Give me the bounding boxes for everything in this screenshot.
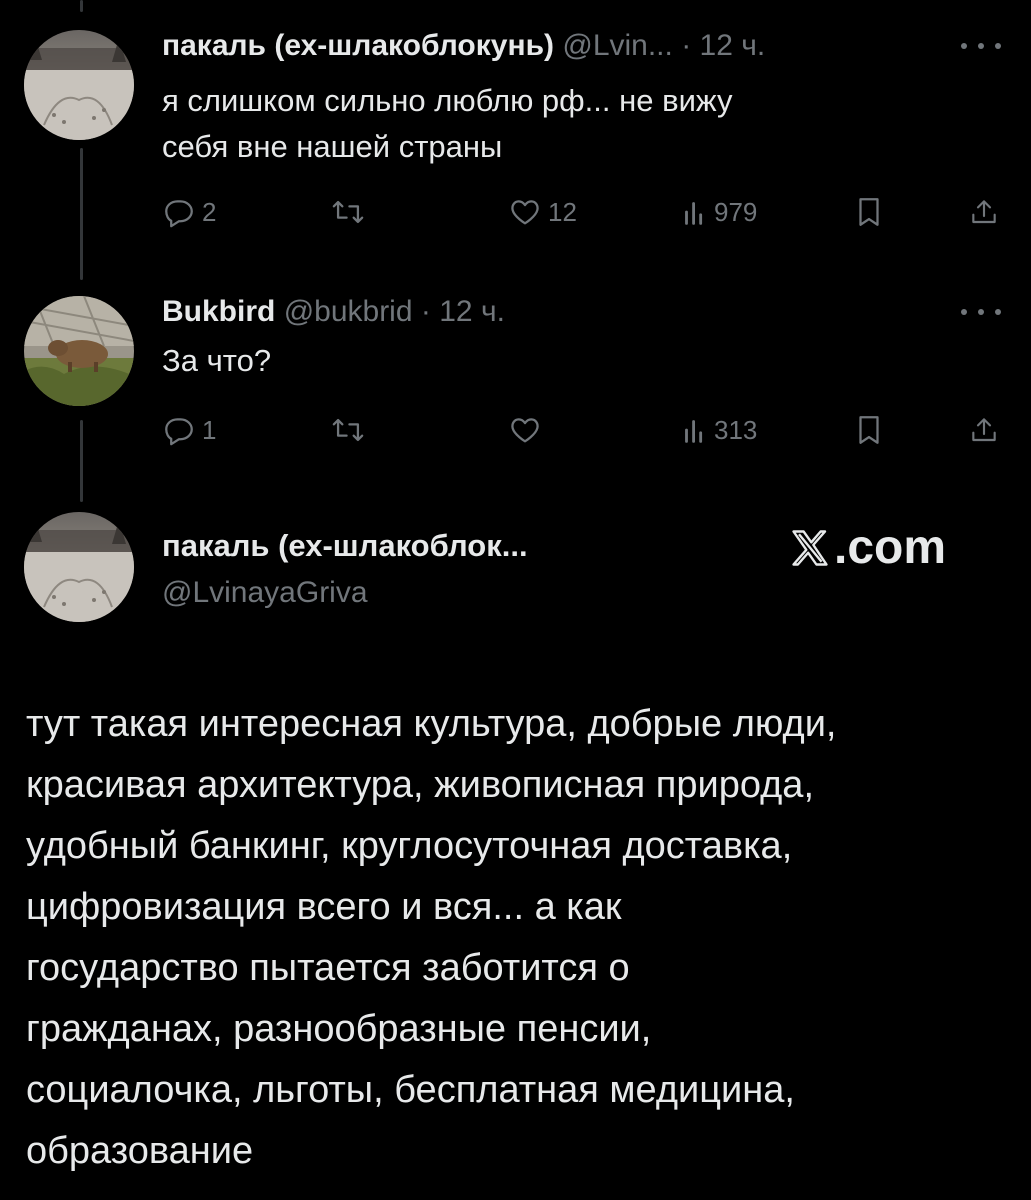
tweet-1-text: я слишком сильно люблю рф... не вижу себ… — [162, 78, 732, 170]
body-line: государство пытается заботится о — [26, 947, 630, 989]
display-name[interactable]: Bukbird — [162, 295, 275, 328]
reply-count: 1 — [202, 414, 217, 445]
share-upload-icon — [972, 418, 996, 442]
retweet-icon — [332, 200, 364, 224]
body-line: красивая архитектура, живописная природа… — [26, 764, 814, 806]
body-line: тут такая интересная культура, добрые лю… — [26, 703, 837, 745]
user-handle[interactable]: @Lvin... — [562, 29, 673, 62]
body-line: образование — [26, 1130, 254, 1172]
tweet-1-header: пакаль (ех-шлакоблокунь) @Lvin... · 12 ч… — [162, 28, 765, 64]
main-user-handle[interactable]: @LvinayaGriva — [162, 576, 368, 610]
share-button[interactable] — [968, 192, 1000, 232]
x-logo-icon — [792, 529, 828, 566]
more-dots-icon[interactable] — [961, 302, 1001, 322]
separator-dot: · — [681, 29, 692, 62]
reply-bubble-icon — [165, 200, 193, 228]
bookmark-button[interactable] — [854, 192, 884, 232]
tweet-2-actions: 1 313 — [162, 410, 1007, 450]
main-tweet-body: тут такая интересная культура, добрые лю… — [26, 694, 1016, 1182]
bar-chart-views-icon — [685, 202, 703, 225]
tweet-1-actions: 2 12 979 — [162, 192, 1007, 232]
share-button[interactable] — [968, 410, 1000, 450]
text-line: За что? — [162, 343, 272, 378]
avatar-main-user[interactable] — [24, 512, 134, 622]
reply-button[interactable]: 2 — [162, 192, 216, 232]
main-display-name[interactable]: пакаль (ех-шлакоблок... — [162, 528, 528, 564]
body-line: удобный банкинг, круглосуточная доставка… — [26, 825, 793, 867]
snow-photo-avatar-icon — [24, 512, 134, 622]
reply-bubble-icon — [165, 418, 193, 446]
timestamp[interactable]: 12 ч. — [439, 295, 505, 328]
reply-count: 2 — [202, 196, 217, 227]
views-count: 979 — [714, 196, 758, 227]
thread-line-1 — [80, 148, 83, 280]
like-button[interactable] — [508, 410, 548, 450]
x-com-brand: .com — [788, 520, 946, 575]
capybara-photo-avatar-icon — [24, 296, 134, 406]
display-name[interactable]: пакаль (ех-шлакоблокунь) — [162, 29, 554, 62]
thread-line-top — [80, 0, 83, 12]
text-line: я слишком сильно люблю рф... не вижу — [162, 83, 733, 118]
body-line: гражданах, разнообразные пенсии, — [26, 1008, 652, 1050]
like-button[interactable]: 12 — [508, 192, 577, 232]
retweet-button[interactable] — [330, 192, 372, 232]
retweet-button[interactable] — [330, 410, 372, 450]
tweet-2-header: Bukbird @bukbrid · 12 ч. — [162, 294, 505, 330]
tweet-2-text: За что? — [162, 338, 271, 384]
brand-suffix: .com — [834, 521, 947, 574]
snow-photo-avatar-icon — [24, 30, 134, 140]
retweet-icon — [332, 418, 364, 442]
avatar-user-2[interactable] — [24, 296, 134, 406]
bookmark-button[interactable] — [854, 410, 884, 450]
reply-button[interactable]: 1 — [162, 410, 216, 450]
views-count: 313 — [714, 414, 758, 445]
timestamp[interactable]: 12 ч. — [700, 29, 766, 62]
heart-icon — [511, 418, 539, 443]
bar-chart-views-icon — [685, 420, 703, 443]
more-dots-icon[interactable] — [961, 36, 1001, 56]
body-line: цифровизация всего и вся... а как — [26, 886, 622, 928]
avatar-user-1[interactable] — [24, 30, 134, 140]
heart-icon — [511, 200, 539, 225]
body-line: социалочка, льготы, бесплатная медицина, — [26, 1069, 795, 1111]
views-button[interactable]: 313 — [682, 410, 757, 450]
like-count: 12 — [548, 196, 577, 227]
text-line: себя вне нашей страны — [162, 129, 503, 164]
separator-dot: · — [420, 295, 431, 328]
user-handle[interactable]: @bukbrid — [284, 295, 413, 328]
views-button[interactable]: 979 — [682, 192, 757, 232]
share-upload-icon — [972, 200, 996, 224]
bookmark-icon — [859, 416, 879, 444]
bookmark-icon — [859, 198, 879, 226]
thread-line-2 — [80, 420, 83, 502]
